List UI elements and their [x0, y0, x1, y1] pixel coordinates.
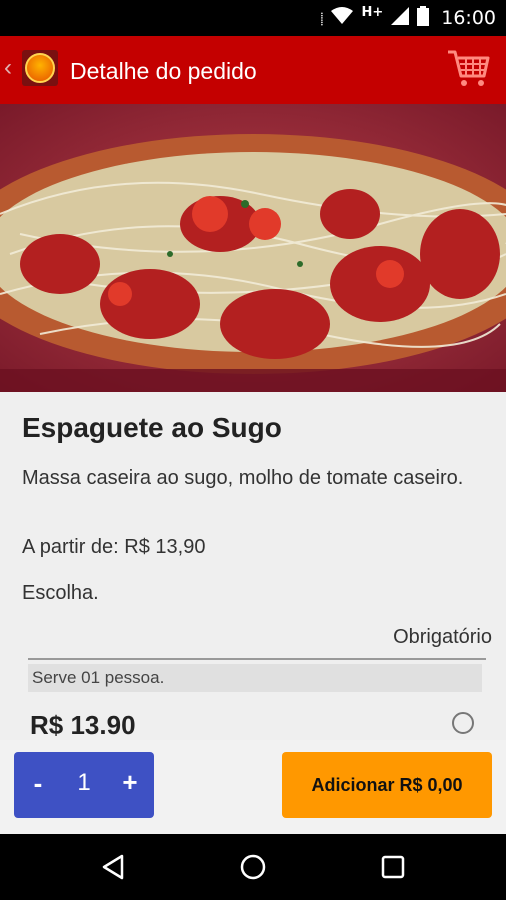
chevron-left-icon[interactable]: ‹: [4, 54, 12, 82]
network-type: H+: [361, 4, 384, 20]
choose-label: Escolha.: [22, 582, 99, 604]
quantity-stepper: - 1 +: [14, 752, 154, 818]
signal-icon: [391, 6, 410, 30]
product-name: Espaguete ao Sugo: [22, 412, 282, 443]
status-icons: ⸽ H+ 16:00: [320, 4, 496, 31]
divider: [28, 658, 486, 660]
add-to-order-button[interactable]: Adicionar R$ 0,00: [282, 752, 492, 818]
price-from: A partir de: R$ 13,90: [22, 536, 206, 558]
product-image: [0, 104, 506, 392]
order-bar: - 1 + Adicionar R$ 0,00: [0, 740, 506, 834]
option-description: Serve 01 pessoa.: [28, 664, 482, 692]
page-title: Detalhe do pedido: [70, 58, 257, 84]
battery-icon: [417, 5, 430, 31]
increase-button[interactable]: +: [118, 767, 142, 798]
system-nav-bar: [0, 834, 506, 900]
status-bar: ⸽ H+ 16:00: [0, 0, 506, 36]
cart-icon[interactable]: [446, 48, 490, 88]
clock: 16:00: [441, 7, 496, 29]
recents-nav-icon[interactable]: [378, 852, 408, 882]
app-bar: ‹ Detalhe do pedido: [0, 36, 506, 104]
required-label: Obrigatório: [393, 626, 492, 648]
wifi-icon: [331, 6, 354, 30]
product-details: Espaguete ao Sugo Massa caseira ao sugo,…: [0, 392, 506, 754]
home-nav-icon[interactable]: [238, 852, 268, 882]
option-price: R$ 13.90: [30, 710, 136, 740]
back-nav-icon[interactable]: [98, 852, 128, 882]
quantity-value: 1: [77, 769, 91, 796]
product-description: Massa caseira ao sugo, molho de tomate c…: [22, 467, 464, 489]
vibrate-icon: ⸽: [320, 11, 324, 26]
option-radio[interactable]: [452, 712, 474, 734]
restaurant-logo: [22, 50, 58, 86]
decrease-button[interactable]: -: [26, 768, 50, 799]
